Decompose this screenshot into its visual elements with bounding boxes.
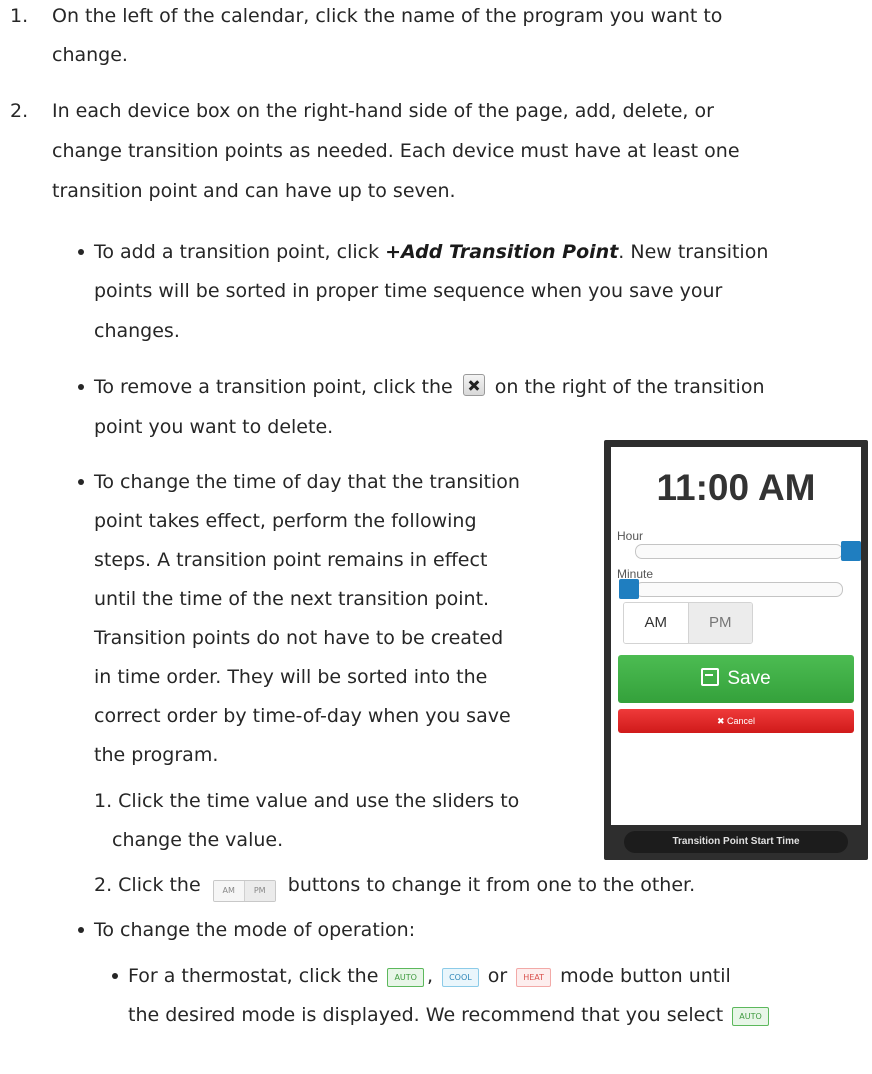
bullet-text: in time order. They will be sorted into … — [94, 666, 488, 688]
cancel-button[interactable]: ✖ Cancel — [618, 709, 854, 733]
text: To remove a transition point, click the — [94, 376, 453, 398]
step-text: In each device box on the right-hand sid… — [52, 100, 714, 122]
substep-text: 1. Click the time value and use the slid… — [94, 790, 520, 812]
hour-slider-handle[interactable] — [841, 541, 861, 561]
pm-label: PM — [243, 881, 275, 901]
step-text: change transition points as needed. Each… — [52, 140, 740, 162]
picker-caption: Transition Point Start Time — [624, 831, 848, 853]
text: or — [487, 965, 508, 987]
bullet-text: Transition points do not have to be crea… — [94, 627, 504, 649]
bullet-text: To add a transition point, click +Add Tr… — [94, 233, 768, 271]
heat-mode-chip: HEAT — [516, 968, 552, 987]
substep-text: 2. Click the AM PM buttons to change it f… — [94, 866, 695, 904]
am-button[interactable]: AM — [624, 603, 688, 643]
minute-slider-track[interactable] — [635, 582, 843, 597]
text: buttons to change it from one to the oth… — [287, 874, 696, 896]
hour-slider-track[interactable] — [635, 544, 843, 559]
bullet-text: points will be sorted in proper time seq… — [94, 280, 723, 302]
minute-slider-handle[interactable] — [619, 579, 639, 599]
text: on the right of the transition — [494, 376, 765, 398]
auto-mode-chip: AUTO — [387, 968, 424, 987]
am-label: AM — [213, 881, 244, 901]
bullet-text: steps. A transition point remains in eff… — [94, 549, 488, 571]
bullet-icon — [78, 927, 84, 933]
bullet-text: To change the mode of operation: — [94, 919, 416, 941]
bullet-icon — [112, 973, 118, 979]
bullet-text: until the time of the next transition po… — [94, 588, 490, 610]
text: For a thermostat, click the — [128, 965, 379, 987]
am-pm-toggle[interactable]: AM PM — [623, 602, 753, 644]
text: To add a transition point, click — [94, 241, 386, 263]
step-text: change. — [52, 44, 128, 66]
pm-button[interactable]: PM — [687, 603, 752, 643]
time-picker-figure: 11:00 AM Hour Minute AM PM Save ✖ Cancel… — [604, 440, 868, 860]
text: mode button until — [560, 965, 731, 987]
substep-text: change the value. — [112, 829, 284, 851]
bullet-text: To change the time of day that the trans… — [94, 471, 520, 493]
text: the desired mode is displayed. We recomm… — [128, 1004, 724, 1026]
time-picker-panel: 11:00 AM Hour Minute AM PM Save ✖ Cancel — [611, 447, 861, 825]
cool-mode-chip: COOL — [442, 968, 479, 987]
bullet-text: To remove a transition point, click the … — [94, 368, 764, 406]
save-label: Save — [727, 668, 771, 689]
add-transition-point-link-text: +Add Transition Point — [385, 241, 619, 263]
save-icon — [701, 668, 720, 686]
delete-x-icon — [462, 374, 485, 396]
step-number: 2. — [10, 100, 29, 122]
auto-mode-chip: AUTO — [732, 1007, 769, 1026]
text: 2. Click the — [94, 874, 201, 896]
am-pm-toggle-image: AM PM — [212, 880, 276, 902]
bullet-text: the program. — [94, 744, 219, 766]
step-text: On the left of the calendar, click the n… — [52, 5, 723, 27]
step-number: 1. — [10, 5, 29, 27]
save-button[interactable]: Save — [618, 655, 854, 703]
bullet-text: point you want to delete. — [94, 416, 334, 438]
time-display[interactable]: 11:00 AM — [611, 465, 861, 511]
step-text: transition point and can have up to seve… — [52, 180, 456, 202]
bullet-icon — [78, 384, 84, 390]
comma: , — [426, 965, 434, 987]
bullet-icon — [78, 249, 84, 255]
text: . New transition — [618, 241, 769, 263]
hour-label: Hour — [617, 529, 644, 543]
bullet-text: For a thermostat, click the AUTO, COOL o… — [128, 957, 731, 995]
bullet-text: point takes effect, perform the followin… — [94, 510, 477, 532]
bullet-text: the desired mode is displayed. We recomm… — [128, 996, 772, 1034]
bullet-text: correct order by time-of-day when you sa… — [94, 705, 511, 727]
bullet-icon — [78, 479, 84, 485]
bullet-text: changes. — [94, 320, 180, 342]
